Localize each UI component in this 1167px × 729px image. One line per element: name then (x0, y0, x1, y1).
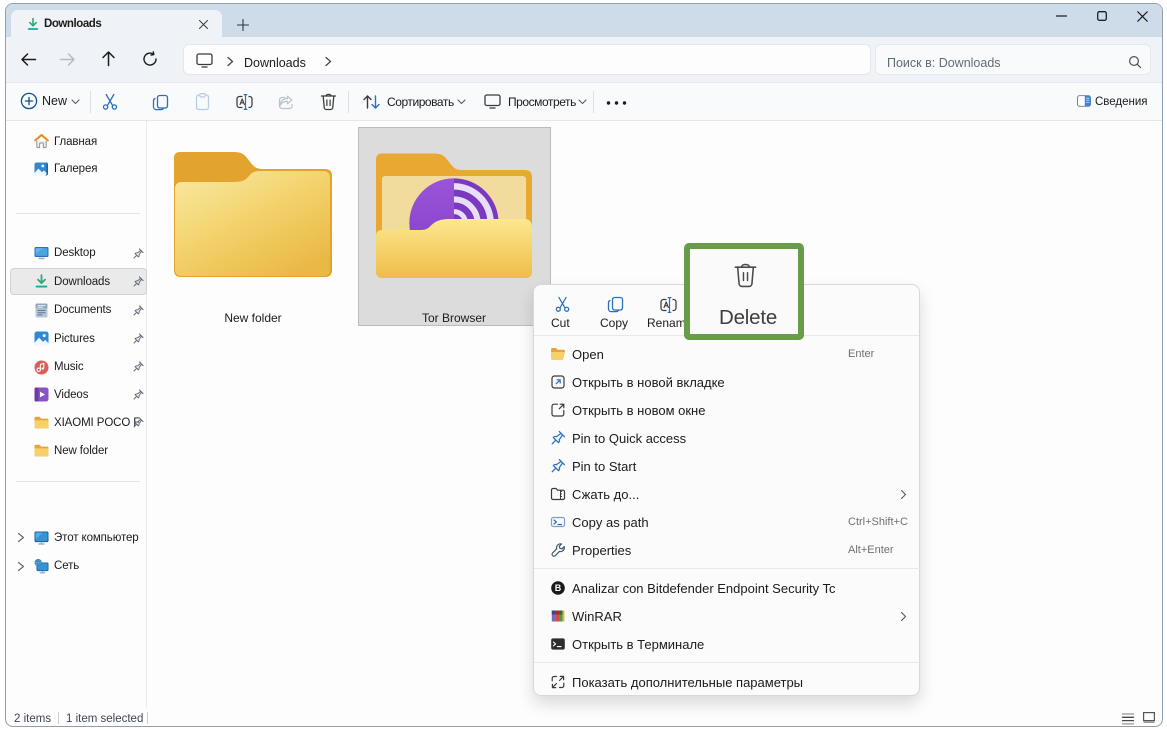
svg-text:B: B (555, 583, 562, 593)
